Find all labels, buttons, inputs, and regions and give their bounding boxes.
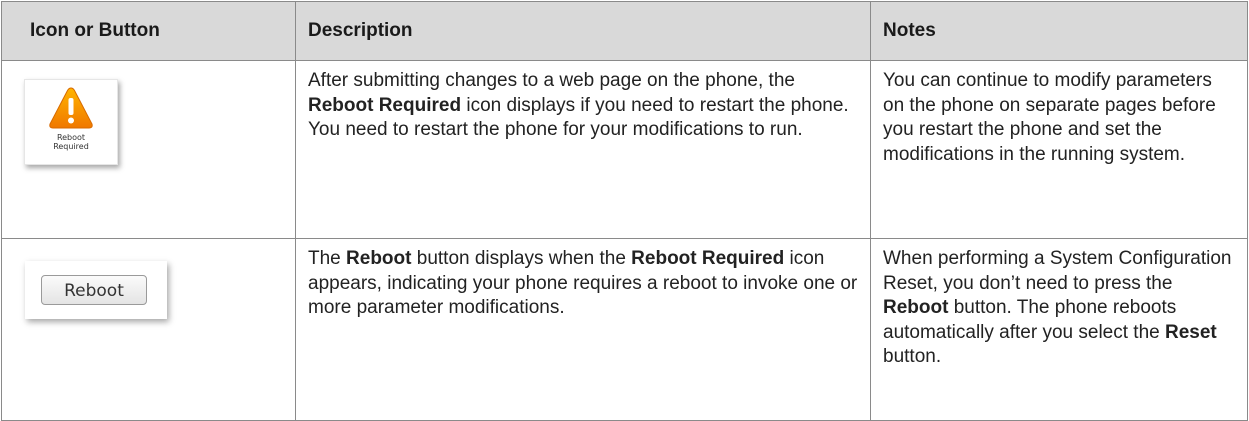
- icon-cell: Reboot Required: [1, 60, 296, 239]
- header-row: Icon or Button Description Notes: [1, 1, 1248, 61]
- notes-text: button.: [883, 346, 942, 367]
- reboot-button-image: Reboot: [25, 261, 167, 319]
- description-cell: After submitting changes to a web page o…: [295, 60, 871, 239]
- reboot-required-icon: Reboot Required: [24, 79, 118, 165]
- reference-table: Icon or Button Description Notes Reboot …: [1, 1, 1248, 421]
- description-text: The: [308, 248, 347, 269]
- notes-bold: Reset: [1164, 321, 1217, 343]
- header-icon-or-button: Icon or Button: [1, 1, 296, 61]
- notes-bold: Reboot: [883, 297, 949, 318]
- button-cell: Reboot: [1, 238, 296, 421]
- table-row: Reboot The Reboot button displays when t…: [1, 238, 1248, 421]
- reboot-required-label: Reboot Required: [53, 133, 89, 151]
- notes-cell: You can continue to modify parameters on…: [870, 60, 1248, 239]
- description-text: After submitting changes to a web page o…: [308, 70, 795, 91]
- header-description: Description: [295, 1, 871, 61]
- notes-cell: When performing a System Configuration R…: [870, 238, 1248, 421]
- warning-icon: [49, 87, 93, 129]
- description-cell: The Reboot button displays when the Rebo…: [295, 238, 871, 421]
- header-notes: Notes: [870, 1, 1248, 61]
- notes-text: When performing a System Configuration R…: [883, 248, 1232, 294]
- description-bold: Reboot: [346, 248, 412, 269]
- table-row: Reboot Required After submitting changes…: [1, 60, 1248, 239]
- description-bold: Reboot Required: [631, 248, 785, 269]
- notes-text: You can continue to modify parameters on…: [883, 70, 1216, 165]
- reboot-button[interactable]: Reboot: [41, 275, 147, 305]
- description-bold: Reboot Required: [308, 94, 462, 116]
- description-text: button displays when the: [411, 248, 632, 269]
